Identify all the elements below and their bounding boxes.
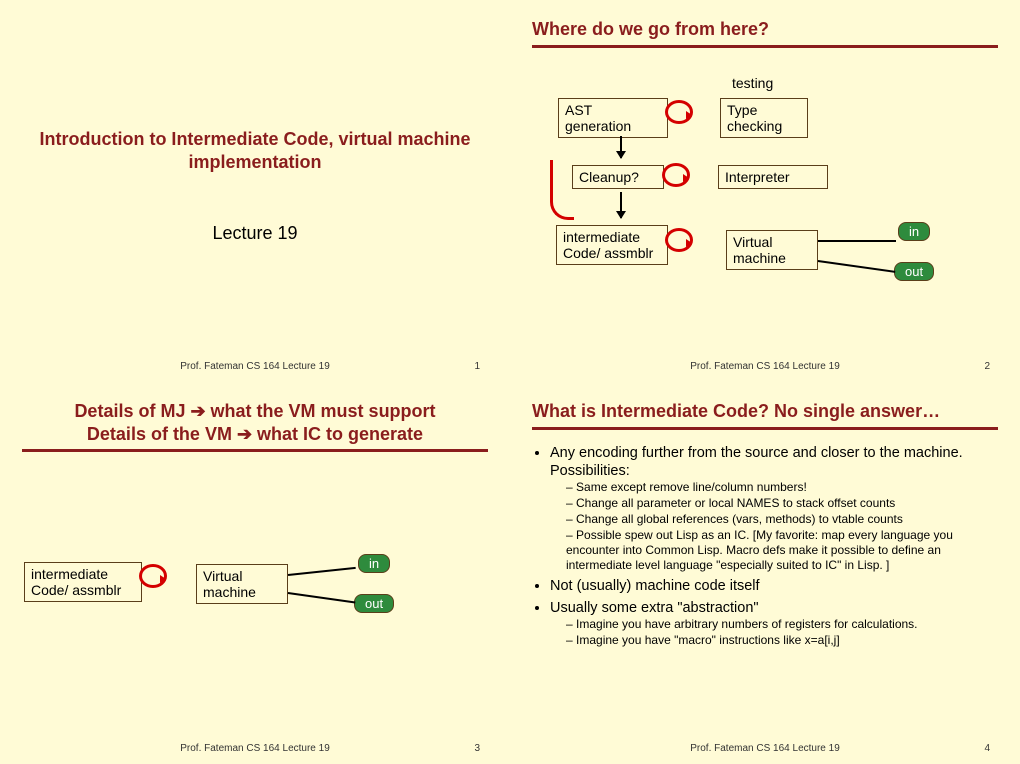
sub-1c: Change all global references (vars, meth… <box>566 512 998 527</box>
vm-box: Virtual machine <box>726 230 818 270</box>
sub-1a: Same except remove line/column numbers! <box>566 480 998 495</box>
arrow-down-2 <box>620 192 622 218</box>
ic-loop-icon <box>665 228 693 252</box>
vm-out-line <box>818 260 895 272</box>
vm-box: Virtual machine <box>196 564 288 604</box>
out-pill: out <box>894 262 934 281</box>
ast-box: AST generation <box>558 98 668 138</box>
cleanup-box: Cleanup? <box>572 165 664 189</box>
red-connector-1 <box>550 160 574 220</box>
title-underline <box>532 45 998 48</box>
slide1-footer: Prof. Fateman CS 164 Lecture 19 1 <box>0 361 510 372</box>
slide4-pagenum: 4 <box>984 743 990 754</box>
bullet-2: Not (usually) machine code itself <box>550 577 998 595</box>
bullet-3: Usually some extra "abstraction" Imagine… <box>550 599 998 648</box>
sublist-1: Same except remove line/column numbers! … <box>550 480 998 573</box>
in-pill: in <box>358 554 390 573</box>
sub-1d: Possible spew out Lisp as an IC. [My fav… <box>566 528 998 573</box>
slide2-footer: Prof. Fateman CS 164 Lecture 19 2 <box>510 361 1020 372</box>
slide1-pagenum: 1 <box>474 361 480 372</box>
slide3-footer: Prof. Fateman CS 164 Lecture 19 3 <box>0 743 510 754</box>
ic-box: intermediate Code/ assmblr <box>556 225 668 265</box>
ic-box: intermediate Code/ assmblr <box>24 562 142 602</box>
arrow-down-1 <box>620 136 622 158</box>
slide1-title: Introduction to Intermediate Code, virtu… <box>22 128 488 173</box>
interpreter-box: Interpreter <box>718 165 828 189</box>
footer-author: Prof. Fateman CS 164 Lecture 19 <box>180 361 330 372</box>
slide4-title: What is Intermediate Code? No single ans… <box>532 400 998 423</box>
in-pill: in <box>898 222 930 241</box>
sub-1b: Change all parameter or local NAMES to s… <box>566 496 998 511</box>
sublist-3: Imagine you have arbitrary numbers of re… <box>550 617 998 648</box>
slide-2: Where do we go from here? testing AST ge… <box>510 0 1020 382</box>
bullet-list: Any encoding further from the source and… <box>532 444 998 649</box>
slide1-subtitle: Lecture 19 <box>22 223 488 244</box>
slide4-footer: Prof. Fateman CS 164 Lecture 19 4 <box>510 743 1020 754</box>
type-box: Type checking <box>720 98 808 138</box>
cleanup-loop-icon <box>662 163 690 187</box>
slide3-pagenum: 3 <box>474 743 480 754</box>
slide-3: Details of MJ ➔ what the VM must support… <box>0 382 510 764</box>
sub-3a: Imagine you have arbitrary numbers of re… <box>566 617 998 632</box>
testing-label: testing <box>732 75 773 91</box>
title-underline <box>22 449 488 452</box>
slide2-pagenum: 2 <box>984 361 990 372</box>
footer-author: Prof. Fateman CS 164 Lecture 19 <box>180 743 330 754</box>
vm-in-line <box>288 567 356 576</box>
vm-in-line <box>818 240 896 242</box>
slide3-title: Details of MJ ➔ what the VM must support… <box>22 400 488 445</box>
ic-loop-icon <box>139 564 167 588</box>
slide2-title: Where do we go from here? <box>532 18 998 41</box>
slide-1: Introduction to Intermediate Code, virtu… <box>0 0 510 382</box>
footer-author: Prof. Fateman CS 164 Lecture 19 <box>690 743 840 754</box>
out-pill: out <box>354 594 394 613</box>
footer-author: Prof. Fateman CS 164 Lecture 19 <box>690 361 840 372</box>
sub-3b: Imagine you have "macro" instructions li… <box>566 633 998 648</box>
title-underline <box>532 427 998 430</box>
ast-loop-icon <box>665 100 693 124</box>
vm-out-line <box>288 592 356 603</box>
bullet-1: Any encoding further from the source and… <box>550 444 998 573</box>
slide-4: What is Intermediate Code? No single ans… <box>510 382 1020 764</box>
